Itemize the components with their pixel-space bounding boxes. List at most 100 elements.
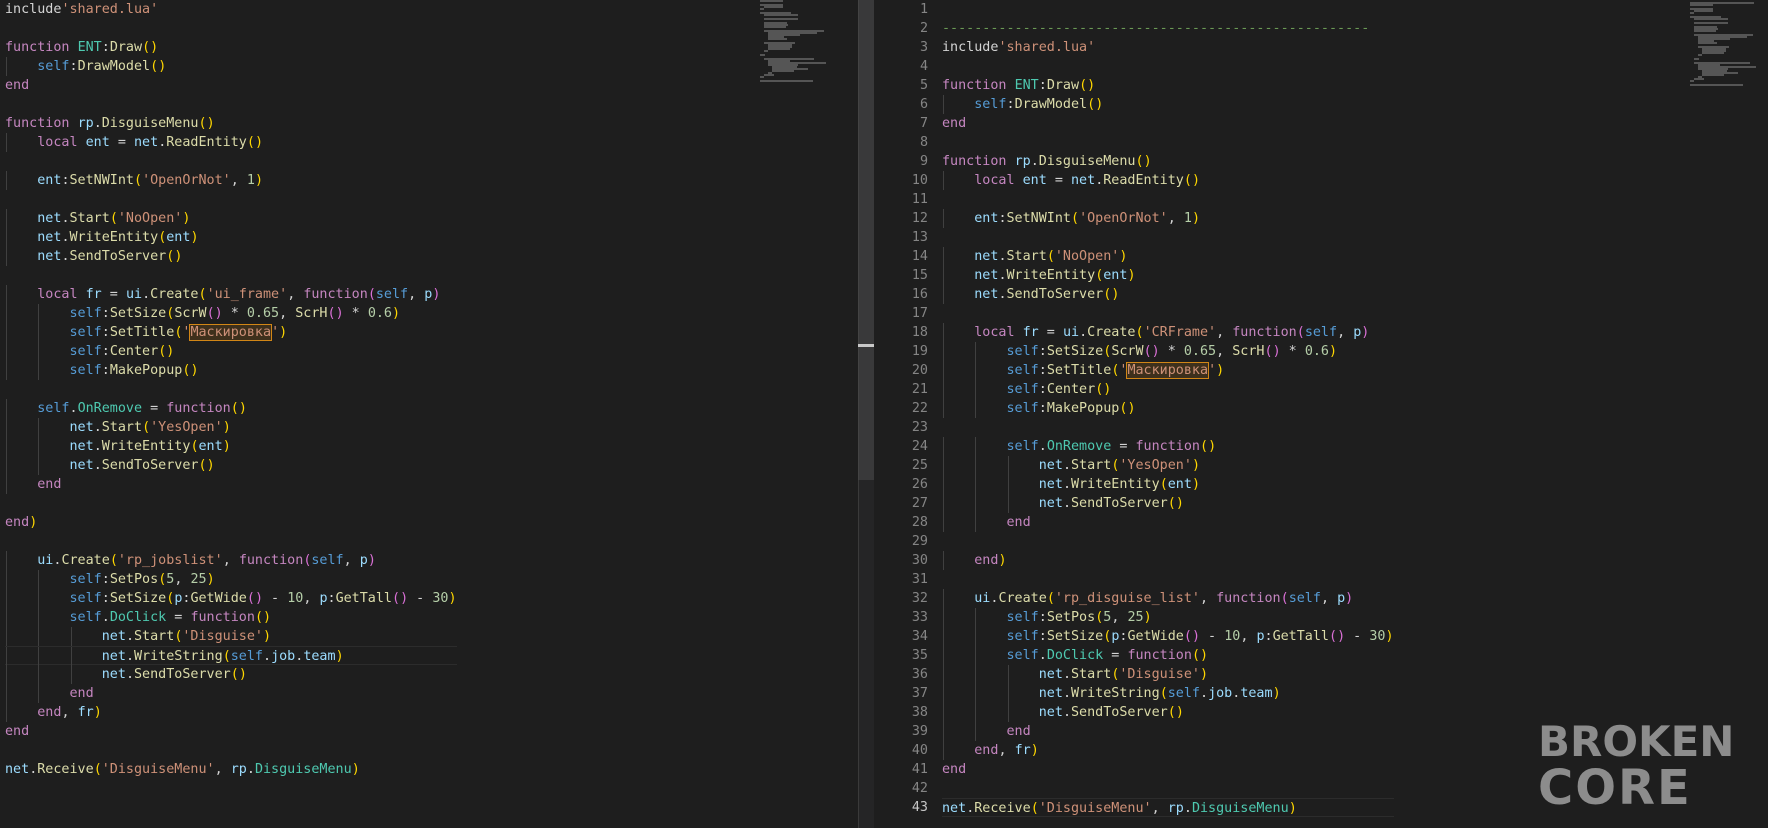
right-code-line[interactable] — [942, 532, 1394, 551]
left-code-line[interactable] — [5, 95, 457, 114]
right-code-line[interactable]: net.WriteString(self.job.team) — [942, 684, 1394, 703]
left-code-line[interactable]: ui.Create('rp_jobslist', function(self, … — [5, 551, 457, 570]
right-code-line[interactable]: self:SetSize(p:GetWide() - 10, p:GetTall… — [942, 627, 1394, 646]
left-code-line[interactable] — [5, 266, 457, 285]
left-code-line[interactable]: net.Start('NoOpen') — [5, 209, 457, 228]
left-code-line[interactable]: net.SendToServer() — [5, 456, 457, 475]
left-editor[interactable]: include'shared.lua' function ENT:Draw() s… — [0, 0, 760, 828]
right-code-line[interactable]: self:SetTitle('Маскировка') — [942, 361, 1394, 380]
left-code-area[interactable]: include'shared.lua' function ENT:Draw() s… — [5, 0, 457, 779]
right-code-line[interactable]: ent:SetNWInt('OpenOrNot', 1) — [942, 209, 1394, 228]
right-code-line[interactable]: net.Receive('DisguiseMenu', rp.DisguiseM… — [942, 798, 1394, 817]
left-code-line[interactable]: self:MakePopup() — [5, 361, 457, 380]
right-code-area[interactable]: ----------------------------------------… — [942, 0, 1394, 817]
right-code-line[interactable]: self:Center() — [942, 380, 1394, 399]
right-code-line[interactable]: end — [942, 760, 1394, 779]
line-number: 8 — [919, 135, 928, 150]
left-minimap[interactable] — [760, 0, 856, 90]
right-code-line[interactable]: end — [942, 513, 1394, 532]
right-code-line[interactable]: function ENT:Draw() — [942, 76, 1394, 95]
right-code-line[interactable]: local fr = ui.Create('CRFrame', function… — [942, 323, 1394, 342]
right-code-line[interactable] — [942, 0, 1394, 19]
right-code-line[interactable]: self.OnRemove = function() — [942, 437, 1394, 456]
left-code-line[interactable]: end — [5, 722, 457, 741]
left-code-line[interactable]: net.Start('Disguise') — [5, 627, 457, 646]
minimap-line — [764, 50, 768, 52]
right-code-line[interactable]: net.WriteEntity(ent) — [942, 266, 1394, 285]
left-code-line[interactable]: net.SendToServer() — [5, 665, 457, 684]
left-code-line[interactable]: ent:SetNWInt('OpenOrNot', 1) — [5, 171, 457, 190]
right-editor[interactable]: ----------------------------------------… — [874, 0, 1690, 828]
left-code-line[interactable]: local fr = ui.Create('ui_frame', functio… — [5, 285, 457, 304]
left-code-line[interactable] — [5, 494, 457, 513]
left-code-line[interactable]: self:Center() — [5, 342, 457, 361]
right-code-line[interactable] — [942, 57, 1394, 76]
left-code-line[interactable]: include'shared.lua' — [5, 0, 457, 19]
right-code-line[interactable]: net.SendToServer() — [942, 494, 1394, 513]
left-code-line[interactable]: end — [5, 76, 457, 95]
left-code-line[interactable]: local ent = net.ReadEntity() — [5, 133, 457, 152]
left-code-line[interactable]: self.OnRemove = function() — [5, 399, 457, 418]
line-number: 15 — [911, 268, 928, 283]
right-code-line[interactable]: self:DrawModel() — [942, 95, 1394, 114]
line-number: 11 — [911, 192, 928, 207]
right-code-line[interactable]: end, fr) — [942, 741, 1394, 760]
right-code-line[interactable]: local ent = net.ReadEntity() — [942, 171, 1394, 190]
right-code-line[interactable] — [942, 228, 1394, 247]
left-code-line[interactable]: self:SetPos(5, 25) — [5, 570, 457, 589]
left-scrollbar-thumb[interactable] — [858, 0, 874, 480]
left-code-line[interactable] — [5, 152, 457, 171]
right-code-line[interactable]: net.SendToServer() — [942, 703, 1394, 722]
left-code-line[interactable]: net.WriteString(self.job.team) — [5, 646, 457, 666]
left-code-line[interactable]: end — [5, 475, 457, 494]
minimap-line — [1694, 22, 1728, 24]
left-code-line[interactable]: net.WriteEntity(ent) — [5, 437, 457, 456]
right-code-line[interactable]: ----------------------------------------… — [942, 19, 1394, 38]
left-code-line[interactable]: net.Receive('DisguiseMenu', rp.DisguiseM… — [5, 760, 457, 779]
left-minimap-area[interactable] — [760, 0, 858, 828]
right-minimap[interactable] — [1690, 0, 1768, 90]
right-code-line[interactable]: ui.Create('rp_disguise_list', function(s… — [942, 589, 1394, 608]
right-code-line[interactable]: net.Start('Disguise') — [942, 665, 1394, 684]
line-number: 28 — [911, 515, 928, 530]
right-code-line[interactable] — [942, 190, 1394, 209]
left-code-line[interactable]: self:DrawModel() — [5, 57, 457, 76]
right-code-line[interactable] — [942, 418, 1394, 437]
left-code-line[interactable]: function rp.DisguiseMenu() — [5, 114, 457, 133]
left-code-line[interactable]: self:SetSize(p:GetWide() - 10, p:GetTall… — [5, 589, 457, 608]
right-code-line[interactable]: net.Start('YesOpen') — [942, 456, 1394, 475]
right-code-line[interactable]: self:SetPos(5, 25) — [942, 608, 1394, 627]
right-code-line[interactable]: net.WriteEntity(ent) — [942, 475, 1394, 494]
left-code-line[interactable]: net.SendToServer() — [5, 247, 457, 266]
right-code-line[interactable] — [942, 779, 1394, 798]
line-number: 43 — [911, 800, 928, 815]
right-code-line[interactable]: function rp.DisguiseMenu() — [942, 152, 1394, 171]
left-code-line[interactable]: end, fr) — [5, 703, 457, 722]
right-code-line[interactable]: self:SetSize(ScrW() * 0.65, ScrH() * 0.6… — [942, 342, 1394, 361]
left-code-line[interactable] — [5, 380, 457, 399]
left-code-line[interactable]: net.WriteEntity(ent) — [5, 228, 457, 247]
right-code-line[interactable]: self:MakePopup() — [942, 399, 1394, 418]
left-code-line[interactable]: self.DoClick = function() — [5, 608, 457, 627]
left-code-line[interactable] — [5, 190, 457, 209]
left-code-line[interactable]: function ENT:Draw() — [5, 38, 457, 57]
right-code-line[interactable]: end — [942, 722, 1394, 741]
right-code-line[interactable] — [942, 304, 1394, 323]
broken-core-logo: BROKEN CORE — [1538, 716, 1738, 816]
left-code-line[interactable]: end — [5, 684, 457, 703]
left-code-line[interactable]: self:SetSize(ScrW() * 0.65, ScrH() * 0.6… — [5, 304, 457, 323]
right-code-line[interactable]: net.Start('NoOpen') — [942, 247, 1394, 266]
right-code-line[interactable]: end) — [942, 551, 1394, 570]
right-code-line[interactable]: include'shared.lua' — [942, 38, 1394, 57]
right-code-line[interactable]: net.SendToServer() — [942, 285, 1394, 304]
right-code-line[interactable]: self.DoClick = function() — [942, 646, 1394, 665]
right-code-line[interactable] — [942, 133, 1394, 152]
right-code-line[interactable]: end — [942, 114, 1394, 133]
left-code-line[interactable] — [5, 741, 457, 760]
left-code-line[interactable]: end) — [5, 513, 457, 532]
right-code-line[interactable] — [942, 570, 1394, 589]
left-code-line[interactable] — [5, 532, 457, 551]
left-code-line[interactable]: self:SetTitle('Маскировка') — [5, 323, 457, 342]
left-code-line[interactable]: net.Start('YesOpen') — [5, 418, 457, 437]
left-code-line[interactable] — [5, 19, 457, 38]
